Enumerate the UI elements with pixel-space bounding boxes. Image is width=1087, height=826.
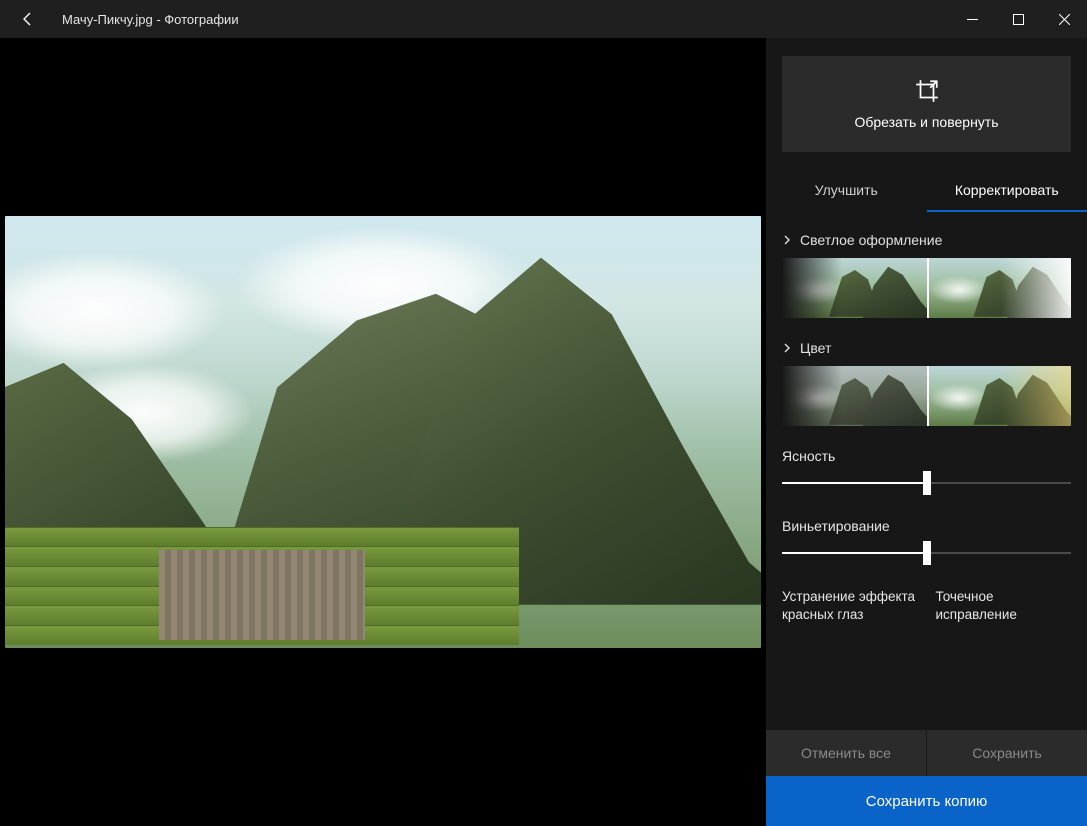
crop-rotate-label: Обрезать и повернуть	[854, 114, 998, 130]
section-light-header[interactable]: Светлое оформление	[782, 232, 1071, 248]
vignette-slider[interactable]	[782, 544, 1071, 562]
crop-icon	[914, 78, 940, 104]
tab-enhance[interactable]: Улучшить	[766, 172, 927, 212]
back-button[interactable]	[0, 0, 56, 38]
close-button[interactable]	[1041, 0, 1087, 38]
vignette-slider-thumb[interactable]	[923, 541, 931, 565]
save-copy-button[interactable]: Сохранить копию	[766, 776, 1087, 826]
title-bar: Мачу-Пикчу.jpg - Фотографии	[0, 0, 1087, 38]
spot-fix-tool[interactable]: Точечное исправление	[936, 588, 1072, 624]
vignette-label: Виньетирование	[782, 518, 1071, 534]
section-color-label: Цвет	[800, 340, 831, 356]
panel-footer: Отменить все Сохранить Сохранить копию	[766, 730, 1087, 826]
clarity-slider[interactable]	[782, 474, 1071, 492]
section-light-label: Светлое оформление	[800, 232, 942, 248]
crop-rotate-button[interactable]: Обрезать и повернуть	[782, 56, 1071, 152]
edit-tabs: Улучшить Корректировать	[766, 172, 1087, 212]
color-split-handle[interactable]	[927, 366, 929, 426]
image-canvas[interactable]	[0, 38, 766, 826]
light-split-handle[interactable]	[927, 258, 929, 318]
close-icon	[1059, 14, 1070, 25]
undo-all-button[interactable]: Отменить все	[766, 730, 926, 776]
red-eye-tool[interactable]: Устранение эффекта красных глаз	[782, 588, 918, 624]
window-title: Мачу-Пикчу.jpg - Фотографии	[56, 12, 239, 27]
section-color-header[interactable]: Цвет	[782, 340, 1071, 356]
arrow-left-icon	[20, 11, 36, 27]
save-button[interactable]: Сохранить	[926, 730, 1087, 776]
chevron-right-icon	[782, 235, 792, 245]
clarity-slider-thumb[interactable]	[923, 471, 931, 495]
minimize-button[interactable]	[949, 0, 995, 38]
light-preview-slider[interactable]	[782, 258, 1071, 318]
tab-adjust[interactable]: Корректировать	[927, 172, 1087, 212]
edited-photo	[5, 216, 761, 648]
maximize-button[interactable]	[995, 0, 1041, 38]
chevron-right-icon	[782, 343, 792, 353]
clarity-label: Ясность	[782, 448, 1071, 464]
minimize-icon	[967, 14, 978, 25]
color-preview-slider[interactable]	[782, 366, 1071, 426]
maximize-icon	[1013, 14, 1024, 25]
edit-panel: Обрезать и повернуть Улучшить Корректиро…	[766, 38, 1087, 826]
